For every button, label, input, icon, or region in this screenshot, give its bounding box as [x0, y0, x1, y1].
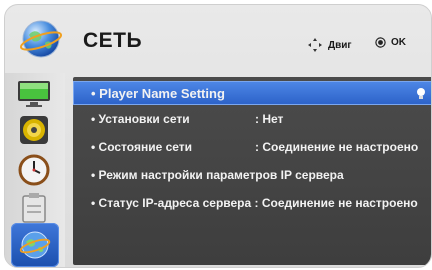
settings-window: СЕТЬ Двиг OK • Player Name Setting • Уст… [4, 4, 432, 268]
menu-item-ip-server-mode[interactable]: • Режим настройки параметров IP сервера [73, 163, 431, 187]
sidebar-item-time[interactable] [14, 153, 54, 187]
menu-item-value: : Нет [255, 112, 284, 126]
page-title: СЕТЬ [83, 29, 143, 52]
options-toolbox-icon [22, 193, 46, 223]
sidebar-item-picture[interactable] [14, 77, 54, 111]
ok-hint: OK [375, 37, 406, 48]
menu-item-server-ip-status[interactable]: • Статус IP-адреса сервера : Соединение … [73, 191, 431, 215]
sidebar-item-network[interactable] [11, 223, 59, 267]
sidebar [5, 73, 65, 267]
menu-item-network-setup[interactable]: • Установки сети : Нет [73, 107, 431, 131]
network-globe-icon [19, 20, 63, 58]
clock-icon [18, 154, 50, 186]
network-settings-panel: • Player Name Setting • Установки сети :… [73, 77, 431, 265]
sidebar-item-options[interactable] [14, 191, 54, 225]
move-hint-label: Двиг [328, 39, 352, 51]
menu-item-label: • Установки сети [91, 112, 190, 126]
menu-item-network-status[interactable]: • Состояние сети : Соединение не настрое… [73, 135, 431, 159]
menu-item-label: • Статус IP-адреса сервера : Соединение … [91, 196, 418, 210]
picture-tv-icon [18, 81, 50, 107]
ok-button-icon [375, 37, 386, 48]
menu-item-label: • Состояние сети [91, 140, 193, 154]
move-hint: Двиг [307, 37, 352, 53]
menu-item-label: • Player Name Setting [91, 86, 225, 101]
menu-item-value: : Соединение не настроено [255, 140, 419, 154]
header: СЕТЬ Двиг OK [5, 5, 431, 73]
navigation-arrows-icon [308, 38, 322, 52]
menu-item-label: • Режим настройки параметров IP сервера [91, 168, 344, 182]
network-globe-icon [19, 231, 51, 259]
bulb-icon [417, 88, 425, 99]
menu-item-player-name[interactable]: • Player Name Setting [73, 81, 431, 105]
sidebar-item-audio[interactable] [14, 113, 54, 147]
ok-hint-label: OK [391, 37, 406, 48]
audio-speaker-icon [20, 116, 48, 144]
